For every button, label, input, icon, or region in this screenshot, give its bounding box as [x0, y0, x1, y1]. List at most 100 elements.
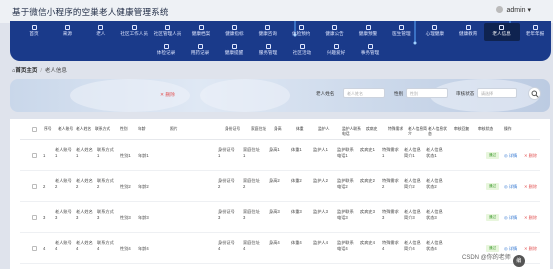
- nav-item-12[interactable]: 心理健康: [417, 23, 453, 41]
- cell-special: 特殊需求1: [382, 147, 399, 159]
- cell-weight: 体重2: [291, 178, 302, 183]
- cell-account: 老人账号3: [55, 209, 72, 221]
- nav-item-1[interactable]: 来源: [49, 23, 85, 41]
- cell-special: 特殊需求4: [382, 240, 399, 252]
- nav-label: 体检预约: [291, 31, 311, 36]
- table-row: 3 老人账号3 老人姓名3 联系方式3 性别3 年龄3 身份证号3 家庭住址3 身高3 体重3 监护…: [10, 203, 550, 233]
- cell-intro: 老人信息简介2: [404, 178, 421, 190]
- detail-button[interactable]: ◎ 详情: [504, 153, 517, 159]
- detail-button[interactable]: ◎ 详情: [504, 184, 517, 190]
- nav-item-13[interactable]: 健康教育: [450, 23, 486, 41]
- review-status-select[interactable]: 请选择: [477, 88, 517, 98]
- search-panel: ✕ 删除 老人姓名 老人姓名 性别 性别 审核状态 请选择: [10, 79, 550, 112]
- cell-no: 4: [43, 246, 46, 251]
- review-status-badge: 通过: [486, 214, 499, 221]
- cell-age: 年龄2: [138, 184, 149, 189]
- nav-label: 健康指标: [225, 31, 244, 36]
- nav-sub-item-6[interactable]: 事务管理: [352, 42, 388, 60]
- gender-input[interactable]: 性别: [406, 88, 448, 98]
- nav-label: 首页: [29, 31, 39, 36]
- nav-sub-item-3[interactable]: 服务管理: [250, 42, 286, 60]
- column-header: 老人姓名: [76, 127, 92, 131]
- nav-icon: [197, 44, 203, 49]
- column-header: 照片: [170, 127, 178, 131]
- nav-item-7[interactable]: 健康咨询: [250, 23, 286, 41]
- nav-sub-item-2[interactable]: 健康提醒: [216, 42, 252, 60]
- nav-icon: [298, 25, 304, 30]
- cell-account: 老人账号2: [55, 178, 72, 190]
- cell-phone: 联系方式3: [97, 209, 114, 221]
- nav-item-3[interactable]: 社区工作人员: [116, 23, 152, 41]
- cell-weight: 体重1: [291, 147, 302, 152]
- table-row: 1 老人账号1 老人姓名1 联系方式1 性别1 年龄1 身份证号1 家庭住址1 身高1 体重1 监护…: [10, 141, 550, 171]
- nav-item-15[interactable]: 老年年报: [517, 23, 551, 41]
- nav-sub-item-0[interactable]: 体检记录: [148, 42, 184, 60]
- detail-button[interactable]: ◎ 详情: [504, 215, 517, 221]
- nav-item-6[interactable]: 健康指标: [216, 23, 252, 41]
- data-table: 序号 老人账号 老人姓名 联系方式 性别 年龄 照片 身份证号 家庭住址 身高 体重 监护人 监护人联系…: [10, 119, 550, 269]
- nav-icon: [299, 44, 305, 49]
- row-divider: [20, 201, 540, 202]
- user-menu[interactable]: admin ▾: [496, 6, 531, 14]
- cell-intro: 老人信息简介1: [404, 147, 421, 159]
- cell-age: 年龄4: [138, 246, 149, 251]
- nav-label: 社区活动: [292, 50, 312, 55]
- nav-icon: [432, 25, 438, 30]
- nav-label: 健康咨询: [258, 31, 277, 36]
- nav-item-0[interactable]: 首页: [16, 23, 52, 41]
- cell-age: 年龄1: [138, 153, 149, 158]
- nav-icon: [499, 25, 505, 30]
- nav-item-2[interactable]: 老人: [83, 23, 119, 41]
- nav-label: 社区工作人员: [120, 31, 148, 36]
- cell-name: 老人姓名1: [76, 147, 93, 159]
- cell-gphone: 监护联系电话3: [337, 209, 354, 221]
- nav-sub-item-1[interactable]: 用药记录: [182, 42, 218, 60]
- delete-button[interactable]: ✕ 删除: [524, 246, 537, 252]
- nav-label: 来源: [62, 31, 72, 36]
- nav-label: 用药记录: [190, 50, 210, 55]
- batch-delete-button[interactable]: ✕ 删除: [160, 91, 175, 98]
- row-checkbox[interactable]: [32, 246, 37, 251]
- column-header: 体重: [296, 127, 304, 131]
- cell-intro: 老人信息简介3: [404, 209, 421, 221]
- name-input[interactable]: 老人姓名: [343, 88, 385, 98]
- search-icon: [531, 90, 539, 98]
- nav-icon: [398, 25, 404, 30]
- cell-height: 身高3: [269, 209, 280, 214]
- nav-item-9[interactable]: 健康公告: [317, 23, 353, 41]
- nav-item-8[interactable]: 体检预约: [283, 23, 319, 41]
- delete-button[interactable]: ✕ 删除: [524, 215, 537, 221]
- main-navigation: 首页 来源 老人 社区工作人员 社区管理人员 健康档案 健康指标 健康咨询 体检预约 健康公告 健康…: [10, 21, 551, 61]
- header-divider: [20, 139, 540, 140]
- cell-status: 老人信息状态4: [426, 240, 443, 252]
- nav-icon: [163, 44, 169, 49]
- breadcrumb-home[interactable]: ⌂首页主页: [12, 68, 37, 74]
- app-title: 基于微信小程序的空巢老人健康管理系统: [12, 7, 169, 17]
- column-header: 老人信息简介: [408, 127, 427, 136]
- nav-label: 健康提醒: [224, 50, 244, 55]
- nav-item-11[interactable]: 医生管理: [383, 23, 419, 41]
- row-checkbox[interactable]: [32, 184, 37, 189]
- nav-sub-item-4[interactable]: 社区活动: [284, 42, 320, 60]
- watermark: CSDN @你的老师编: [462, 252, 525, 267]
- cell-address: 家庭住址4: [243, 240, 260, 252]
- row-checkbox[interactable]: [32, 215, 37, 220]
- row-checkbox[interactable]: [32, 153, 37, 158]
- select-all-checkbox[interactable]: [32, 127, 37, 132]
- nav-sub-item-5[interactable]: 兴趣爱好: [318, 42, 354, 60]
- delete-button[interactable]: ✕ 删除: [524, 184, 537, 190]
- nav-item-4[interactable]: 社区管理人员: [150, 23, 186, 41]
- gender-label: 性别: [394, 91, 404, 96]
- nav-label: 老人信息: [492, 31, 511, 36]
- nav-label: 老年年报: [525, 31, 545, 36]
- nav-item-10[interactable]: 健康预警: [350, 23, 386, 41]
- cell-guardian: 监护人3: [313, 209, 328, 214]
- cloud-decoration: [200, 79, 290, 112]
- nav-icon: [265, 25, 271, 30]
- nav-label: 医生管理: [392, 31, 411, 36]
- nav-item-5[interactable]: 健康档案: [183, 23, 219, 41]
- search-button[interactable]: [528, 87, 541, 100]
- column-header: 年龄: [138, 127, 146, 131]
- delete-button[interactable]: ✕ 删除: [524, 153, 537, 159]
- nav-item-14[interactable]: 老人信息: [483, 23, 520, 41]
